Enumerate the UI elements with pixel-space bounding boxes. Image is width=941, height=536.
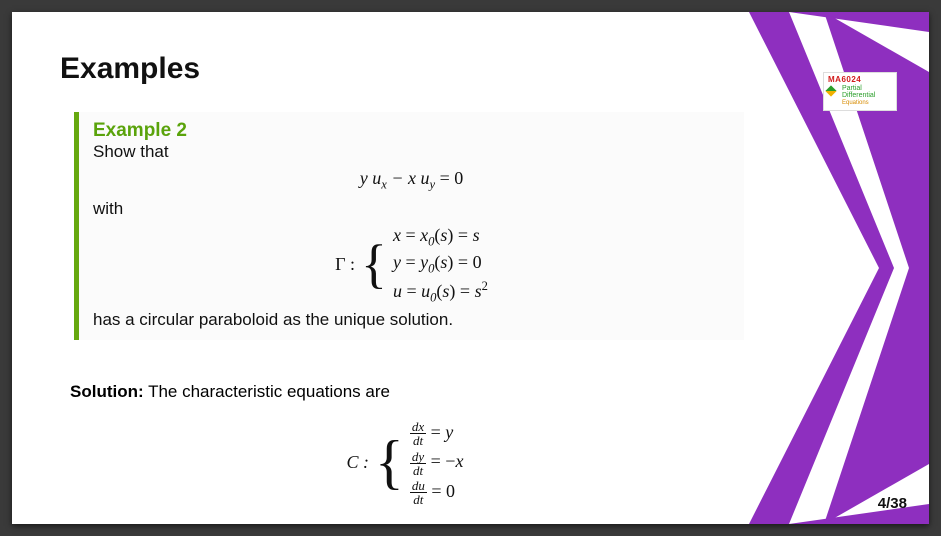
- char-line1: dxdt = y: [410, 418, 464, 447]
- conclusion: has a circular paraboloid as the unique …: [93, 310, 730, 330]
- solution-label: Solution:: [70, 382, 144, 401]
- char-symbol: C :: [347, 452, 370, 473]
- char-line2: dydt = −x: [410, 447, 464, 476]
- course-badge: MA6024 Partial Differential Equations: [823, 72, 897, 111]
- slide: MA6024 Partial Differential Equations Ex…: [12, 12, 929, 524]
- solution-sentence: Solution: The characteristic equations a…: [70, 382, 390, 402]
- gamma-line3: u = u0(s) = s2: [393, 278, 488, 307]
- with-label: with: [93, 199, 730, 219]
- gamma-initial-conditions: Γ : { x = x0(s) = s y = y0(s) = 0 u = u0…: [93, 223, 730, 307]
- gamma-symbol: Γ :: [335, 254, 355, 275]
- badge-diamond-icon: [825, 85, 836, 96]
- gamma-line2: y = y0(s) = 0: [393, 250, 488, 278]
- badge-line1: Partial: [842, 85, 892, 93]
- characteristic-equations: C : { dxdt = y dydt = −x dudt = 0: [70, 414, 740, 510]
- page-number: 4/38: [878, 495, 907, 512]
- example-heading: Example 2: [93, 120, 730, 142]
- show-that: Show that: [93, 142, 730, 162]
- gamma-line1: x = x0(s) = s: [393, 223, 488, 251]
- solution-rest: The characteristic equations are: [144, 382, 390, 401]
- badge-line3: Equations: [842, 100, 892, 107]
- slide-title: Examples: [60, 52, 200, 86]
- badge-line2: Differential: [842, 92, 892, 100]
- example-box: Example 2 Show that y ux − x uy = 0 with…: [74, 112, 744, 340]
- course-code: MA6024: [828, 76, 892, 85]
- pde-equation: y ux − x uy = 0: [93, 168, 730, 193]
- char-line3: dudt = 0: [410, 477, 464, 506]
